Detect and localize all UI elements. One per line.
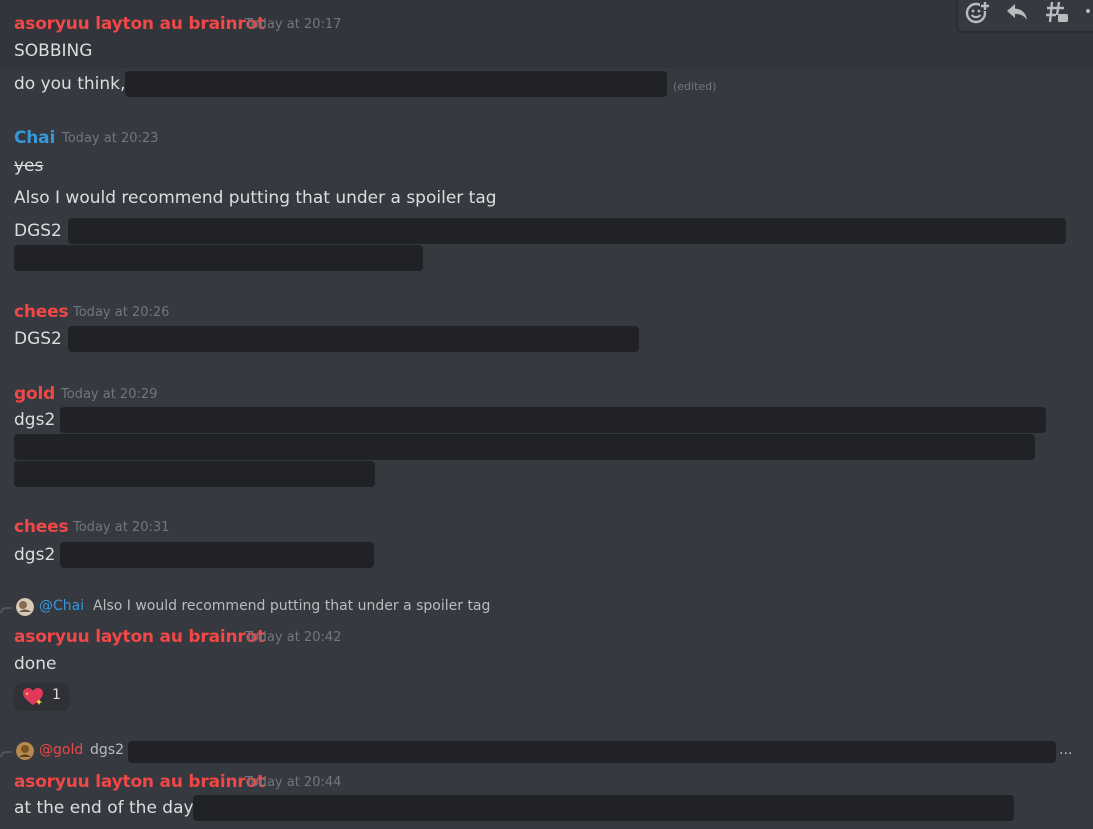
message-text: done <box>14 654 57 674</box>
reply-mention[interactable]: @gold <box>39 742 83 758</box>
reply-spine <box>0 607 12 613</box>
spoiler-text[interactable] <box>14 245 423 271</box>
replied-user-avatar[interactable] <box>16 742 34 760</box>
message-author[interactable]: chees <box>14 517 69 537</box>
edited-label: (edited) <box>673 80 717 93</box>
message-text: DGS2 <box>14 329 62 349</box>
reply-mention[interactable]: @Chai <box>39 598 84 614</box>
reply-ellipsis: ... <box>1059 742 1073 758</box>
message-text: dgs2 <box>14 545 56 565</box>
message-author[interactable]: chees <box>14 302 69 322</box>
message-timestamp: Today at 20:29 <box>61 387 158 402</box>
message-author[interactable]: asoryuu layton au brainrot <box>14 772 265 792</box>
message-author[interactable]: asoryuu layton au brainrot <box>14 14 265 34</box>
message-text: at the end of the day, <box>14 798 199 818</box>
message-actions-toolbar <box>957 0 1093 32</box>
create-thread-icon[interactable] <box>1044 0 1070 25</box>
message-timestamp: Today at 20:26 <box>73 305 170 320</box>
message-author[interactable]: asoryuu layton au brainrot <box>14 627 265 647</box>
message-author[interactable]: Chai <box>14 128 55 148</box>
message-text: do you think, <box>14 74 126 94</box>
message-timestamp: Today at 20:44 <box>245 775 342 790</box>
message-timestamp: Today at 20:42 <box>245 630 342 645</box>
message-text: Also I would recommend putting that unde… <box>14 188 497 208</box>
spoiler-text[interactable] <box>14 434 1035 460</box>
spoiler-text[interactable] <box>128 741 1056 763</box>
reply-icon[interactable] <box>1004 0 1030 25</box>
reply-preview-text[interactable]: dgs2 <box>90 742 124 758</box>
spoiler-text[interactable] <box>125 71 667 97</box>
message-timestamp: Today at 20:23 <box>62 131 159 146</box>
add-reaction-icon[interactable] <box>964 0 990 25</box>
spoiler-text[interactable] <box>60 542 374 568</box>
reply-spine <box>0 751 12 757</box>
replied-user-avatar[interactable] <box>16 598 34 616</box>
reaction-button[interactable]: 1 <box>14 683 70 711</box>
message-timestamp: Today at 20:17 <box>245 17 342 32</box>
message-hover-highlight <box>0 0 1093 68</box>
more-icon[interactable] <box>1082 0 1093 25</box>
spoiler-text[interactable] <box>68 218 1066 244</box>
message-author[interactable]: gold <box>14 384 55 404</box>
message-text-strikethrough: yes <box>14 156 44 176</box>
spoiler-text[interactable] <box>14 461 375 487</box>
message-timestamp: Today at 20:31 <box>73 520 170 535</box>
spoiler-text[interactable] <box>68 326 639 352</box>
message-text: SOBBING <box>14 41 93 61</box>
spoiler-text[interactable] <box>60 407 1046 433</box>
spoiler-text[interactable] <box>193 795 1014 821</box>
reply-preview-text[interactable]: Also I would recommend putting that unde… <box>93 598 490 614</box>
reaction-count: 1 <box>52 687 61 703</box>
sparkling-heart-icon <box>22 687 44 711</box>
message-text: dgs2 <box>14 410 56 430</box>
message-text: DGS2 <box>14 221 62 241</box>
